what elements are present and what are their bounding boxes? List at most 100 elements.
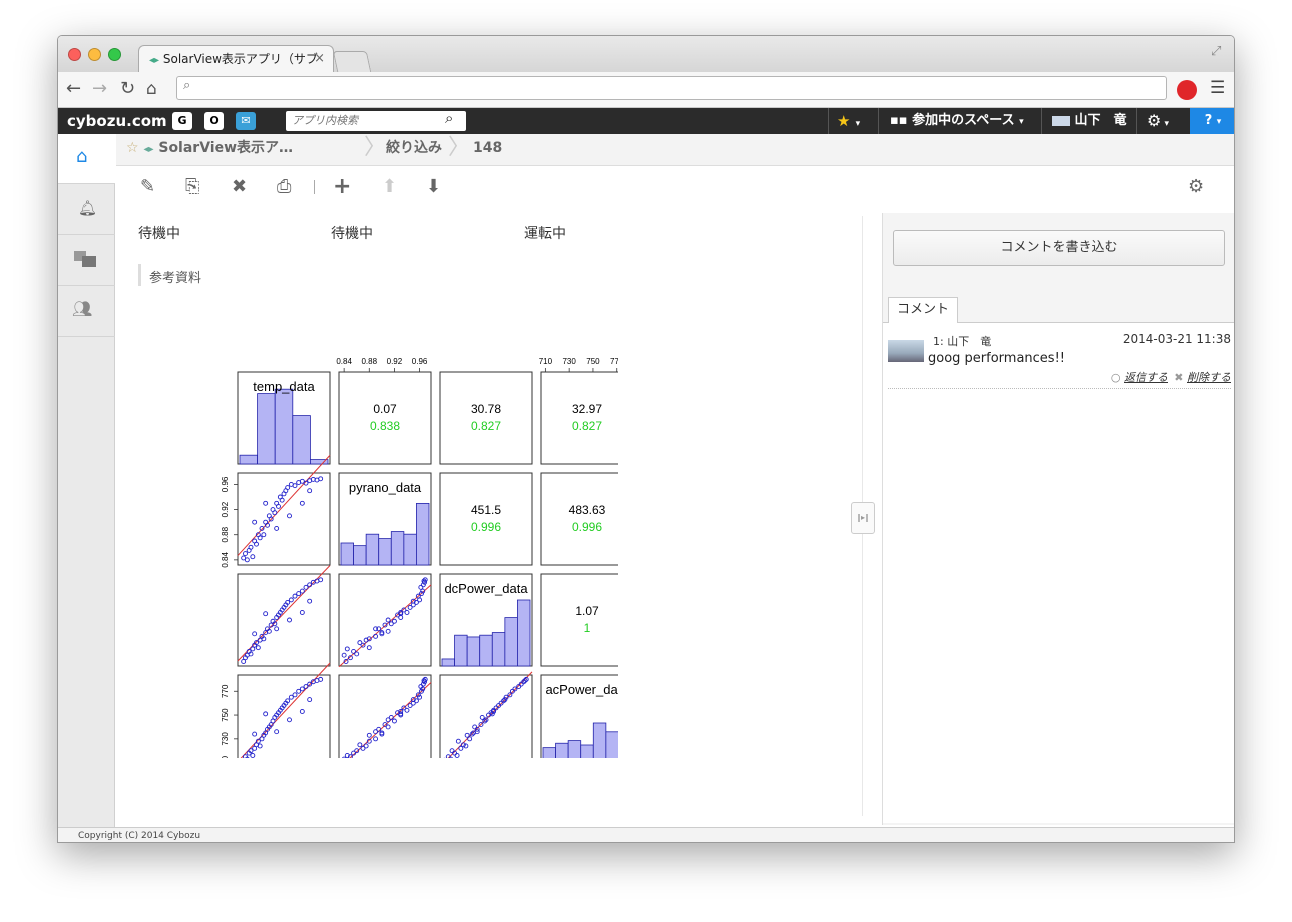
histogram-bar: [365, 533, 380, 566]
histogram-bar: [239, 454, 259, 465]
add-icon[interactable]: +: [333, 176, 351, 198]
office-app-icon[interactable]: O: [204, 112, 224, 130]
histogram-bar: [441, 658, 455, 667]
sidebar-item-notifications[interactable]: 🔔︎: [58, 185, 115, 235]
axis-tick-label: 730: [221, 732, 230, 746]
axis-tick-label: 730: [562, 357, 576, 366]
print-icon[interactable]: ⎙: [277, 176, 291, 198]
close-window-icon[interactable]: [68, 48, 81, 61]
axis-tick-label: 710: [221, 755, 230, 758]
axis-tick-label: 0.84: [221, 552, 230, 568]
breadcrumb-app-label: SolarView表示ア…: [158, 140, 294, 156]
histogram-bar: [340, 542, 354, 566]
address-bar[interactable]: ⌕: [176, 76, 1167, 100]
user-name: 山下 竜: [1074, 113, 1127, 128]
copyright-text: Copyright (C) 2014 Cybozu: [78, 831, 201, 841]
axis-tick-label: 0.96: [221, 476, 230, 492]
panel-frame: [338, 674, 432, 758]
panel-frame: [338, 573, 432, 667]
home-icon[interactable]: ⌂: [146, 76, 157, 102]
zoom-window-icon[interactable]: [108, 48, 121, 61]
histogram-bar: [517, 599, 531, 667]
variable-label: dcPower_data: [444, 581, 528, 596]
spaces-label: 参加中のスペース: [912, 113, 1015, 128]
reply-link[interactable]: 返信する: [1124, 371, 1168, 384]
breadcrumb-app-link[interactable]: ☆ ◂▸ SolarView表示ア…: [126, 134, 293, 166]
prev-record-arrow-icon: ⬆: [382, 176, 398, 197]
correlation-value: 0.827: [471, 419, 501, 433]
extension-icon[interactable]: [1177, 80, 1197, 100]
panel-value: 0.07: [373, 402, 397, 416]
delete-icon[interactable]: ✖: [232, 176, 247, 198]
garoon-app-icon[interactable]: G: [172, 112, 192, 130]
reload-icon[interactable]: ↻: [120, 76, 135, 102]
new-tab-button[interactable]: [332, 51, 372, 72]
kintone-app-icon[interactable]: ✉: [236, 112, 256, 130]
settings-gear-icon[interactable]: ⚙ ▾: [1147, 108, 1169, 134]
axis-tick-label: 710: [539, 357, 553, 366]
tab-comments[interactable]: コメント: [888, 297, 958, 323]
copy-icon[interactable]: ⎘: [185, 176, 199, 198]
people-icon: 👥︎: [72, 299, 93, 318]
correlation-value: 0.838: [370, 419, 400, 433]
axis-tick-label: 0.92: [221, 501, 230, 517]
panel-resize-handle[interactable]: ‖▸‖: [851, 502, 875, 534]
write-comment-button[interactable]: コメントを書き込む: [893, 230, 1225, 266]
comment-item: 1: 山下 竜 2014-03-21 11:38 goog performanc…: [888, 331, 1231, 391]
delete-link[interactable]: 削除する: [1187, 371, 1231, 384]
browser-tab[interactable]: ◂▸ SolarView表示アプリ（サブ ×: [138, 45, 334, 73]
correlation-value: 1: [584, 621, 591, 635]
menu-icon[interactable]: ☰: [1210, 78, 1225, 98]
axis-tick-label: 0.96: [412, 357, 428, 366]
panel-value: 1.07: [575, 604, 599, 618]
forward-arrow-icon[interactable]: →: [92, 76, 107, 102]
comment-body: goog performances!!: [928, 351, 1065, 366]
correlation-value: 0.996: [572, 520, 602, 534]
histogram-bar: [274, 388, 294, 465]
variable-label: acPower_data: [545, 682, 618, 697]
spaces-menu[interactable]: ▪▪ 参加中のスペース ▾: [890, 108, 1024, 134]
fullscreen-icon[interactable]: ⤢: [1211, 44, 1221, 59]
minimize-window-icon[interactable]: [88, 48, 101, 61]
histogram-bar: [567, 740, 582, 758]
delete-icon: ✖: [1174, 371, 1184, 384]
help-button[interactable]: ? ▾: [1190, 108, 1234, 134]
sidebar-item-people[interactable]: 👥︎: [58, 287, 115, 337]
axis-tick-label: 770: [221, 684, 230, 698]
breadcrumb-filter-link[interactable]: 絞り込み: [386, 134, 442, 166]
gear-icon[interactable]: ⚙: [1188, 176, 1204, 198]
app-search-icon[interactable]: ⌕: [445, 109, 453, 127]
sidebar: ⌂ 🔔︎ 👥︎: [58, 134, 115, 834]
favorites-star-icon[interactable]: ★ ▾: [837, 108, 860, 134]
cybozu-logo[interactable]: cybozu.com: [67, 108, 167, 134]
browser-window: ◂▸ SolarView表示アプリ（サブ × ⤢ ← → ↻ ⌂ ☰ ⌕ cyb…: [57, 35, 1235, 843]
edit-icon[interactable]: ✎: [140, 176, 155, 198]
panel-frame: [540, 371, 618, 465]
variable-label: pyrano_data: [349, 480, 422, 495]
user-menu[interactable]: 山下 竜: [1052, 108, 1127, 134]
histogram-bar: [580, 744, 594, 758]
histogram-bar: [390, 531, 405, 566]
tab-close-icon[interactable]: ×: [314, 46, 325, 72]
chevron-down-icon: ▾: [1019, 117, 1024, 127]
chat-bubbles-icon: ▪▪: [890, 113, 908, 128]
axis-tick-label: 770: [610, 357, 618, 366]
sidebar-item-spaces[interactable]: [58, 236, 115, 286]
histogram-bar: [454, 634, 468, 667]
sidebar-item-home[interactable]: ⌂: [58, 134, 115, 184]
chevron-right-icon: 〉: [448, 135, 471, 160]
correlation-value: 0.827: [572, 419, 602, 433]
reference-label-bar: [138, 264, 141, 286]
portal-icon: ☆: [126, 140, 139, 156]
back-arrow-icon[interactable]: ←: [66, 76, 81, 102]
commenter-avatar[interactable]: [888, 340, 924, 362]
comments-list: [883, 323, 1234, 823]
app-search-input[interactable]: [286, 111, 466, 131]
scatterplot-matrix: temp_data 0.07 0.838 30.78 0.827 32.97 0.827 py…: [221, 357, 618, 758]
histogram-bar: [479, 634, 493, 667]
reference-label: 参考資料: [149, 271, 202, 286]
comment-author[interactable]: 1: 山下 竜: [933, 333, 991, 349]
histogram-bar: [504, 617, 518, 667]
next-record-arrow-icon[interactable]: ⬇: [426, 176, 441, 198]
panel-value: 32.97: [572, 402, 602, 416]
